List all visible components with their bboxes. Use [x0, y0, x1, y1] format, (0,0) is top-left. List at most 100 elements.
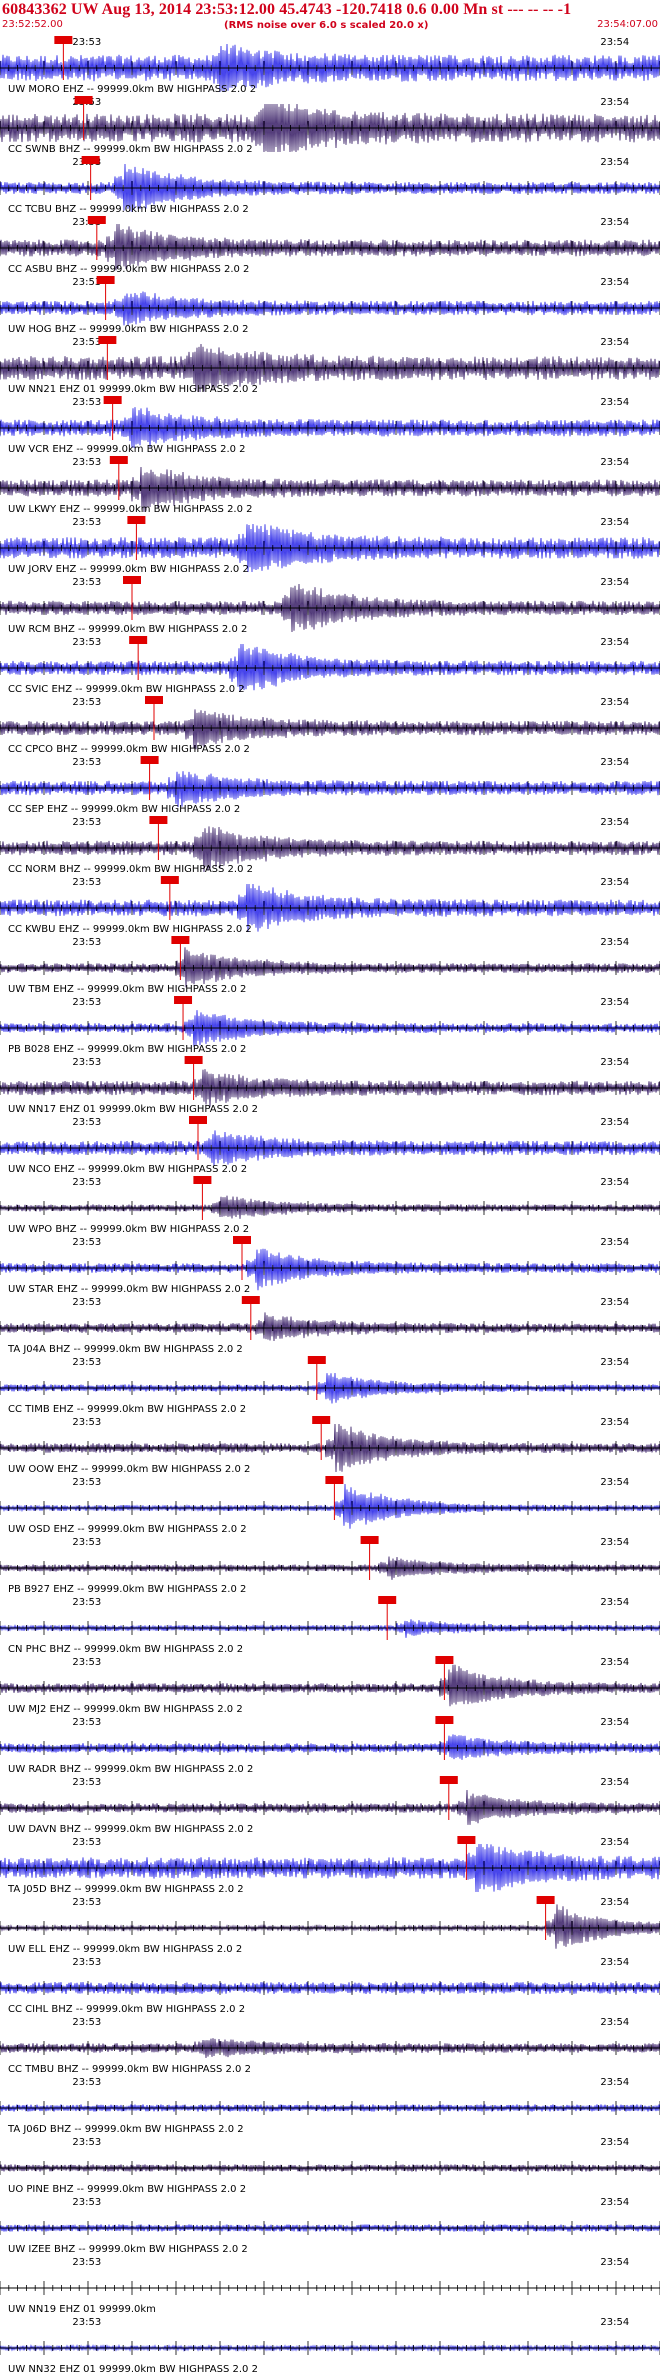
time-label: 23:54 [600, 2257, 629, 2268]
station-label: PB B028 EHZ -- 99999.0km BW HIGHPASS 2.0… [8, 1044, 246, 1055]
time-label: 23:53 [72, 937, 101, 948]
time-label: 23:53 [72, 457, 101, 468]
time-label: 23:54 [600, 697, 629, 708]
time-label: 23:53 [72, 637, 101, 648]
trace-waveform [0, 1734, 660, 1760]
station-label: TA J06D BHZ -- 99999.0km BW HIGHPASS 2.0… [7, 2124, 244, 2135]
time-label: 23:53 [72, 2197, 101, 2208]
time-label: 23:53 [72, 1897, 101, 1908]
trace-waveform [0, 1619, 660, 1638]
station-label: UW NN21 EHZ 01 99999.0km BW HIGHPASS 2.0… [8, 384, 258, 395]
time-label: 23:53 [72, 1177, 101, 1188]
station-label: UW JORV EHZ -- 99999.0km BW HIGHPASS 2.0… [8, 564, 249, 575]
station-label: PB B927 EHZ -- 99999.0km BW HIGHPASS 2.0… [8, 1584, 246, 1595]
station-label: CC SEP EHZ -- 99999.0km BW HIGHPASS 2.0 … [8, 804, 240, 815]
time-label: 23:53 [72, 397, 101, 408]
trace-waveform [0, 1312, 660, 1342]
time-label: 23:54 [600, 817, 629, 828]
trace-waveform [0, 947, 660, 988]
station-label: CC TCBU BHZ -- 99999.0km BW HIGHPASS 2.0… [8, 204, 249, 215]
time-label: 23:54 [600, 1657, 629, 1668]
station-label: UW ELL EHZ -- 99999.0km BW HIGHPASS 2.0 … [8, 1944, 242, 1955]
station-label: UW NN32 EHZ 01 99999.0km BW HIGHPASS 2.0… [8, 2364, 258, 2375]
time-label: 23:54 [600, 1777, 629, 1788]
station-label: UW RCM BHZ -- 99999.0km BW HIGHPASS 2.0 … [8, 624, 247, 635]
time-label: 23:53 [72, 2317, 101, 2328]
time-label: 23:54 [600, 397, 629, 408]
time-label: 23:53 [72, 997, 101, 1008]
time-label: 23:54 [600, 1717, 629, 1728]
trace-waveform [0, 771, 660, 808]
time-label: 23:54 [600, 1837, 629, 1848]
time-label: 23:54 [600, 517, 629, 528]
time-label: 23:53 [72, 2077, 101, 2088]
time-label: 23:54 [600, 1297, 629, 1308]
time-label: 23:53 [72, 817, 101, 828]
station-label: UW NN19 EHZ 01 99999.0km [8, 2304, 156, 2315]
time-label: 23:53 [72, 2017, 101, 2028]
time-label: 23:54 [600, 37, 629, 48]
time-label: 23:54 [600, 157, 629, 168]
time-label: 23:54 [600, 877, 629, 888]
event-title: 60843362 UW Aug 13, 2014 23:53:12.00 45.… [2, 1, 572, 18]
time-label: 23:53 [72, 1657, 101, 1668]
trace-waveform [0, 1483, 660, 1529]
record-header: 60843362 UW Aug 13, 2014 23:53:12.00 45.… [0, 0, 660, 34]
time-label: 23:54 [600, 997, 629, 1008]
station-label: CN PHC BHZ -- 99999.0km BW HIGHPASS 2.0 … [8, 1644, 243, 1655]
time-label: 23:54 [600, 1357, 629, 1368]
time-label: 23:54 [600, 2317, 629, 2328]
station-label: UW MORO EHZ -- 99999.0km BW HIGHPASS 2.0… [8, 84, 256, 95]
station-label: TA J05D BHZ -- 99999.0km BW HIGHPASS 2.0… [7, 1884, 244, 1895]
station-label: UW NN17 EHZ 01 99999.0km BW HIGHPASS 2.0… [8, 1104, 258, 1115]
time-label: 23:54 [600, 2197, 629, 2208]
time-label: 23:54 [600, 277, 629, 288]
trace-waveform [0, 1789, 660, 1825]
station-label: UW WPO BHZ -- 99999.0km BW HIGHPASS 2.0 … [8, 1224, 249, 1235]
station-label: UW IZEE BHZ -- 99999.0km BW HIGHPASS 2.0… [8, 2244, 248, 2255]
time-label: 23:53 [72, 1297, 101, 1308]
station-label: CC ASBU BHZ -- 99999.0km BW HIGHPASS 2.0… [8, 264, 249, 275]
station-label: UW OSD EHZ -- 99999.0km BW HIGHPASS 2.0 … [8, 1524, 247, 1535]
trace-waveform [0, 1195, 660, 1219]
time-label: 23:53 [72, 1957, 101, 1968]
time-label: 23:53 [72, 1777, 101, 1788]
station-label: CC TMBU BHZ -- 99999.0km BW HIGHPASS 2.0… [8, 2064, 251, 2075]
time-label: 23:54 [600, 2017, 629, 2028]
time-label: 23:54 [600, 1897, 629, 1908]
trace-waveform [0, 1904, 660, 1949]
time-label: 23:53 [72, 517, 101, 528]
time-label: 23:53 [72, 2137, 101, 2148]
time-label: 23:54 [600, 577, 629, 588]
time-label: 23:53 [72, 1357, 101, 1368]
station-label: UW VCR EHZ -- 99999.0km BW HIGHPASS 2.0 … [8, 444, 246, 455]
station-label: CC CIHL BHZ -- 99999.0km BW HIGHPASS 2.0… [8, 2004, 245, 2015]
time-label: 23:53 [72, 1477, 101, 1488]
station-label: CC TIMB EHZ -- 99999.0km BW HIGHPASS 2.0… [8, 1404, 246, 1415]
time-label: 23:53 [72, 337, 101, 348]
time-label: 23:54 [600, 1117, 629, 1128]
time-label: 23:53 [72, 1597, 101, 1608]
station-label: UW OOW EHZ -- 99999.0km BW HIGHPASS 2.0 … [8, 1464, 250, 1475]
station-label: CC KWBU EHZ -- 99999.0km BW HIGHPASS 2.0… [8, 924, 252, 935]
time-label: 23:54 [600, 1057, 629, 1068]
time-label: 23:54 [600, 337, 629, 348]
time-label: 23:53 [72, 1117, 101, 1128]
station-label: UW STAR EHZ -- 99999.0km BW HIGHPASS 2.0… [8, 1284, 250, 1295]
time-label: 23:53 [72, 757, 101, 768]
time-label: 23:53 [72, 1537, 101, 1548]
time-label: 23:53 [72, 877, 101, 888]
station-label: UW LKWY EHZ -- 99999.0km BW HIGHPASS 2.0… [8, 504, 253, 515]
time-label: 23:53 [72, 37, 101, 48]
time-label: 23:53 [72, 1057, 101, 1068]
time-label: 23:54 [600, 937, 629, 948]
station-label: UW DAVN BHZ -- 99999.0km BW HIGHPASS 2.0… [8, 1824, 253, 1835]
time-label: 23:53 [72, 2257, 101, 2268]
time-label: 23:53 [72, 1237, 101, 1248]
station-label: UO PINE BHZ -- 99999.0km BW HIGHPASS 2.0… [8, 2184, 246, 2195]
start-time-label: 23:52:52.00 [2, 19, 63, 30]
time-label: 23:53 [72, 1837, 101, 1848]
station-label: CC CPCO BHZ -- 99999.0km BW HIGHPASS 2.0… [8, 744, 250, 755]
trace-waveform [0, 1664, 660, 1707]
time-label: 23:54 [600, 457, 629, 468]
